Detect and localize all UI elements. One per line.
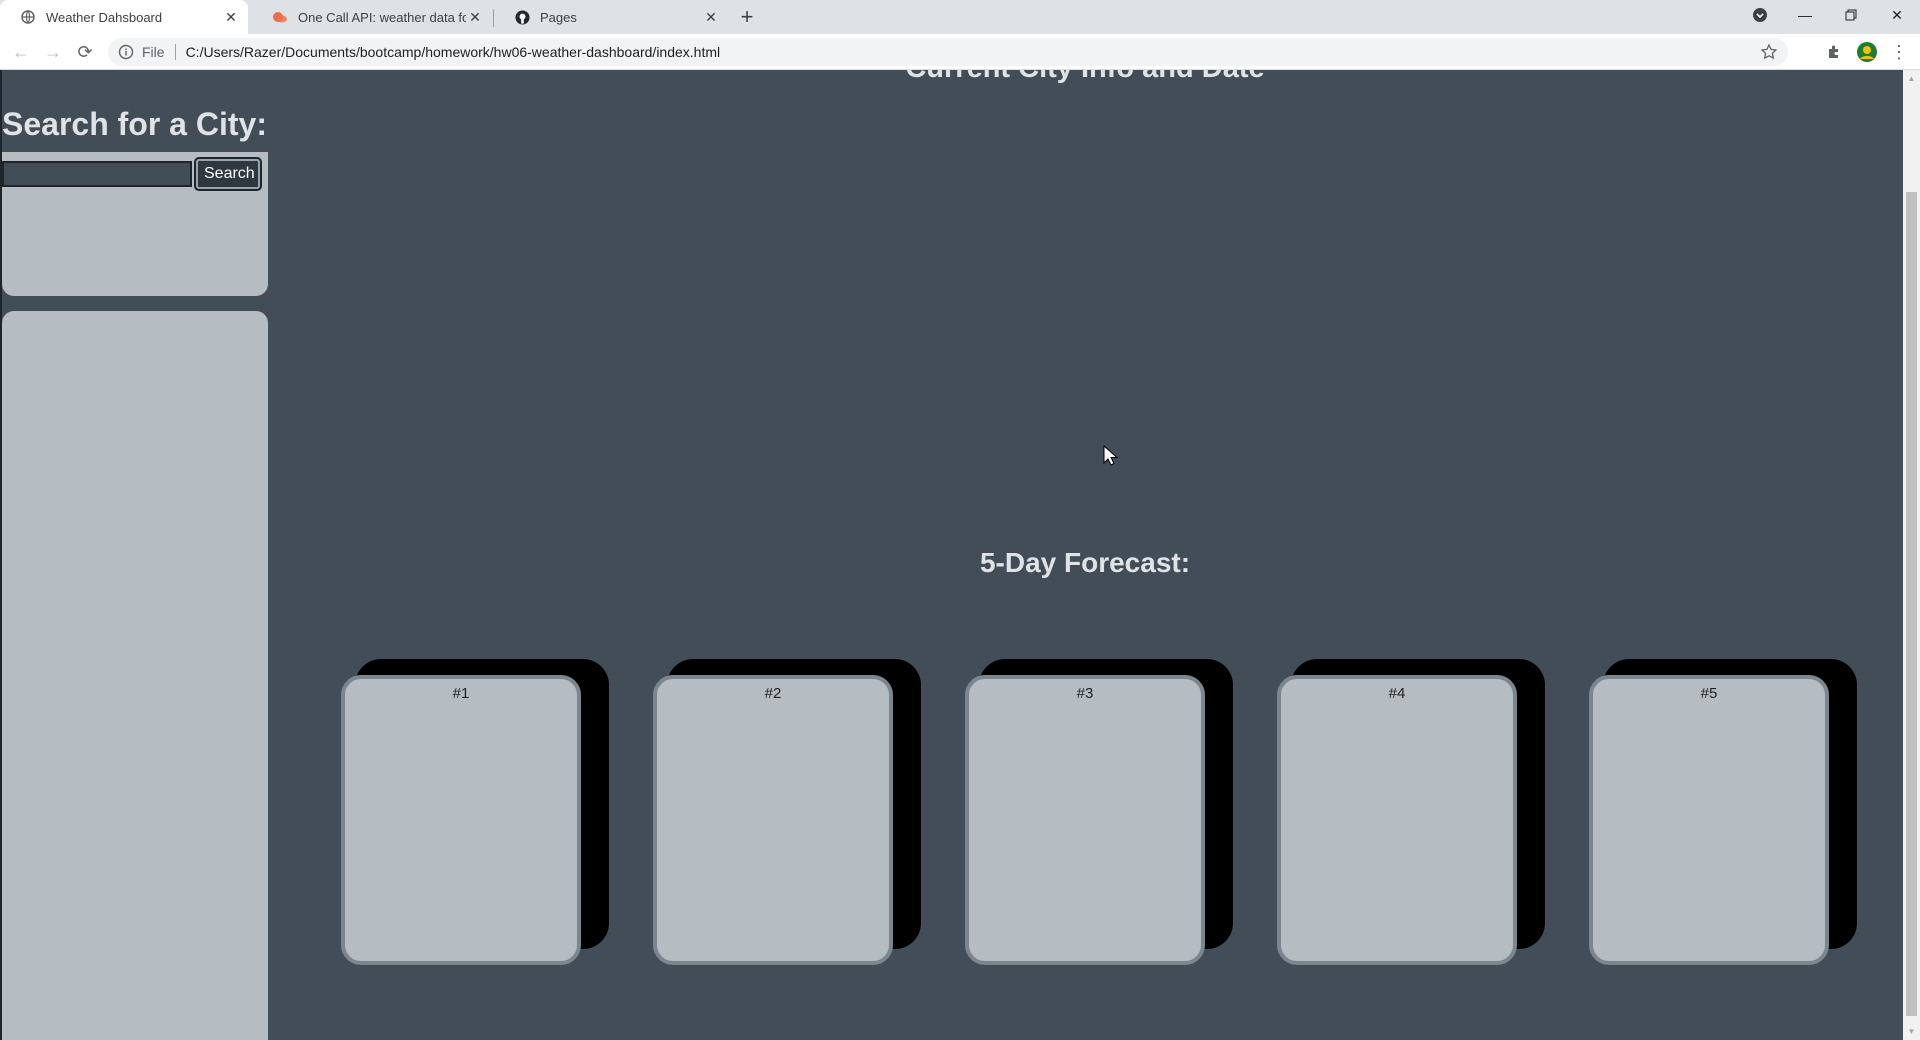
city-search-input[interactable] bbox=[2, 161, 192, 187]
tab-weather-dashboard[interactable]: Weather Dahsboard ✕ bbox=[0, 0, 248, 34]
forward-icon[interactable]: → bbox=[40, 39, 66, 65]
forecast-card-4: #4 bbox=[1277, 659, 1559, 965]
page-viewport: Current City Info and Date Search for a … bbox=[0, 70, 1920, 1040]
address-bar[interactable]: File C:/Users/Razer/Documents/bootcamp/h… bbox=[108, 38, 1788, 66]
search-button[interactable]: Search bbox=[194, 157, 262, 191]
forecast-card-5: #5 bbox=[1589, 659, 1871, 965]
vertical-scrollbar[interactable]: ▲ ▼ bbox=[1903, 70, 1920, 1040]
close-window-icon[interactable]: ✕ bbox=[1874, 0, 1920, 30]
bookmark-star-icon[interactable] bbox=[1760, 43, 1778, 61]
tab-title: Weather Dahsboard bbox=[46, 9, 163, 25]
tab-title: Pages bbox=[540, 9, 577, 25]
card-label: #3 bbox=[965, 675, 1205, 965]
tab-search-icon[interactable] bbox=[1737, 0, 1783, 30]
card-label: #5 bbox=[1589, 675, 1829, 965]
forecast-card-1: #1 bbox=[341, 659, 623, 965]
forecast-card-3: #3 bbox=[965, 659, 1247, 965]
reload-icon[interactable]: ⟳ bbox=[72, 39, 98, 65]
tab-strip: Weather Dahsboard ✕ One Call API: weathe… bbox=[0, 0, 1920, 34]
github-icon bbox=[514, 9, 530, 25]
forecast-card-2: #2 bbox=[653, 659, 935, 965]
current-city-heading: Current City Info and Date bbox=[0, 70, 1920, 85]
card-label: #2 bbox=[653, 675, 893, 965]
search-panel: Search bbox=[2, 152, 268, 296]
minimize-icon[interactable]: — bbox=[1782, 0, 1828, 30]
globe-icon bbox=[20, 9, 36, 25]
card-label: #1 bbox=[341, 675, 581, 965]
forecast-heading: 5-Day Forecast: bbox=[979, 547, 1191, 578]
menu-kebab-icon[interactable]: ⋮ bbox=[1886, 39, 1912, 65]
info-icon[interactable] bbox=[118, 44, 134, 60]
divider bbox=[174, 44, 176, 60]
close-tab-icon[interactable]: ✕ bbox=[222, 8, 240, 26]
close-tab-icon[interactable]: ✕ bbox=[702, 8, 720, 26]
search-history-panel bbox=[2, 311, 268, 1040]
new-tab-icon[interactable]: + bbox=[735, 4, 759, 29]
url-scheme: File bbox=[142, 44, 165, 60]
restore-icon[interactable] bbox=[1828, 0, 1874, 30]
browser-toolbar: ← → ⟳ File C:/Users/Razer/Documents/boot… bbox=[0, 34, 1920, 70]
extensions-puzzle-icon[interactable] bbox=[1821, 39, 1847, 65]
scrollbar-thumb[interactable] bbox=[1906, 192, 1917, 1016]
scroll-up-arrow-icon[interactable]: ▲ bbox=[1903, 70, 1920, 87]
back-icon[interactable]: ← bbox=[8, 39, 34, 65]
openweather-icon bbox=[272, 9, 288, 25]
mouse-cursor-icon bbox=[1103, 445, 1119, 466]
search-heading: Search for a City: bbox=[2, 106, 267, 142]
tab-one-call-api[interactable]: One Call API: weather data for an ✕ bbox=[252, 0, 492, 34]
close-tab-icon[interactable]: ✕ bbox=[466, 8, 484, 26]
scroll-down-arrow-icon[interactable]: ▼ bbox=[1903, 1023, 1920, 1040]
profile-avatar-icon[interactable] bbox=[1854, 39, 1880, 65]
tab-title: One Call API: weather data for an bbox=[298, 9, 466, 25]
url-text[interactable]: C:/Users/Razer/Documents/bootcamp/homewo… bbox=[186, 44, 721, 60]
card-label: #4 bbox=[1277, 675, 1517, 965]
tab-pages[interactable]: Pages ✕ bbox=[494, 0, 728, 34]
